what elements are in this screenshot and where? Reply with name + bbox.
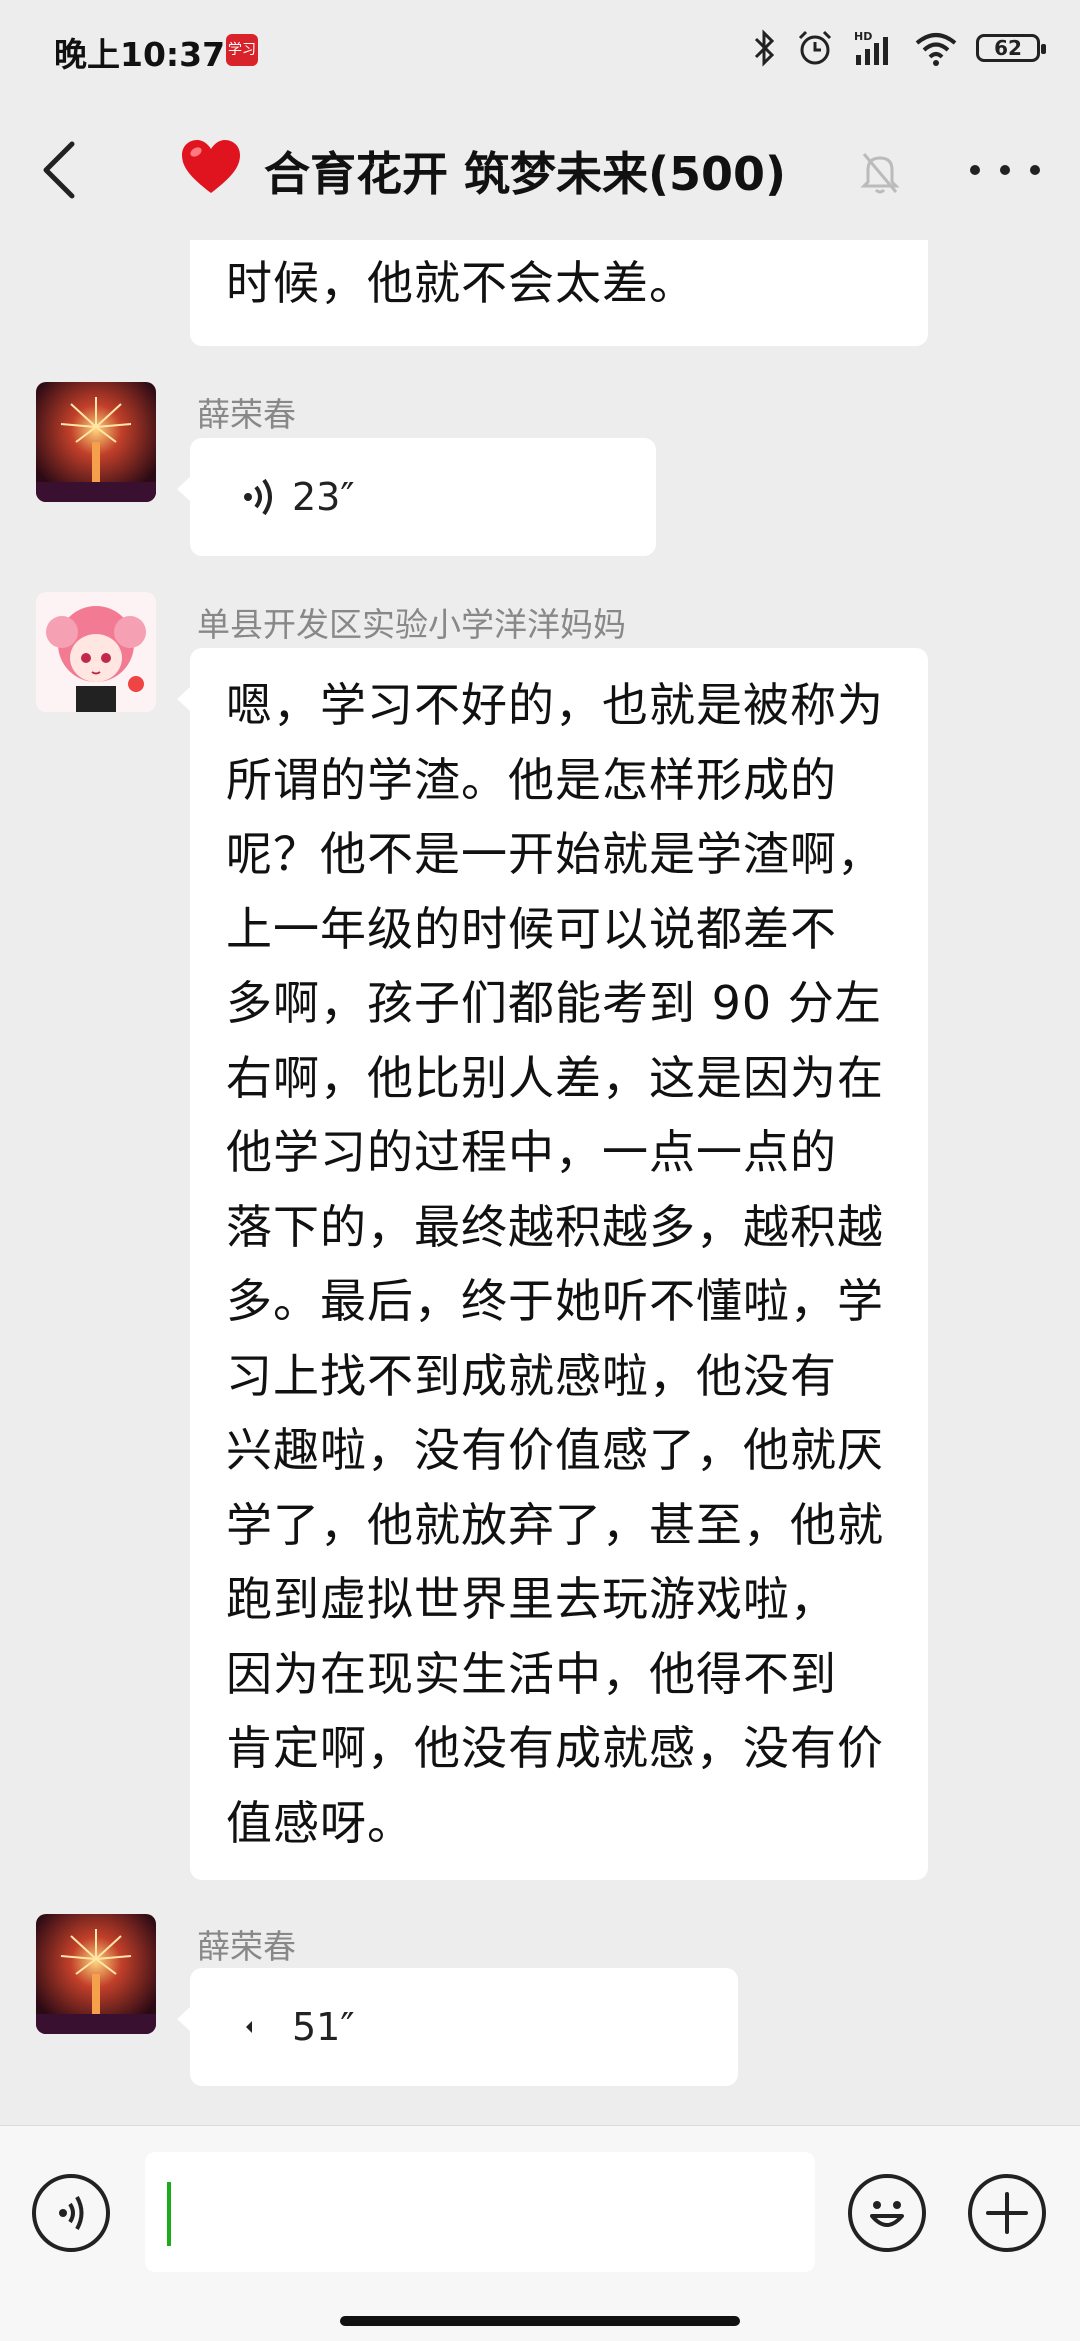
voice-duration: 51″ [292, 2005, 355, 2049]
chat-title-area[interactable]: 合育花开 筑梦未来(500) [180, 136, 786, 206]
voice-message-bubble[interactable]: 51″ [177, 1968, 738, 2086]
status-bar: 晚上10:37 学习 HD 62 [0, 0, 1080, 100]
sender-name: 薛荣春 [197, 395, 296, 434]
emoji-icon [870, 2201, 904, 2227]
wifi-icon [915, 33, 957, 66]
voice-duration: 23″ [292, 475, 355, 519]
voice-wave-icon [244, 478, 272, 516]
text-cursor [167, 2182, 171, 2246]
alarm-icon [798, 30, 832, 65]
home-indicator[interactable] [340, 2316, 740, 2326]
message-list[interactable]: 时候，他就不会太差。 薛荣春 23″ 单县开发区实验小学洋洋妈妈 嗯，学习不好的… [0, 240, 1080, 2125]
message-bubble[interactable]: 嗯，学习不好的，也就是被称为 所谓的学渣。他是怎样形成的 呢？他不是一开始就是学… [177, 648, 928, 1880]
chat-header: 合育花开 筑梦未来(500) [0, 100, 1080, 240]
voice-message-bubble[interactable]: 23″ [177, 438, 656, 556]
voice-input-icon [59, 2196, 84, 2230]
message-text: 时候，他就不会太差。 [226, 256, 696, 310]
sender-name: 单县开发区实验小学洋洋妈妈 [197, 605, 626, 644]
emoji-button[interactable] [848, 2174, 926, 2252]
page-title: 合育花开 筑梦未来(500) [264, 147, 787, 201]
svg-text:HD: HD [854, 30, 872, 43]
heart-icon [180, 139, 242, 203]
message-bubble[interactable]: 时候，他就不会太差。 [190, 240, 928, 346]
bluetooth-icon [754, 29, 775, 67]
avatar[interactable] [36, 592, 156, 712]
mute-bell-icon [860, 153, 900, 194]
status-icons: HD 62 [752, 26, 1046, 70]
app-notification-icon: 学习 [226, 34, 258, 66]
sender-name: 薛荣春 [197, 1927, 296, 1966]
voice-wave-icon [246, 2021, 252, 2033]
battery-icon: 62 [976, 34, 1046, 62]
input-bar [0, 2125, 1080, 2341]
back-arrow-icon[interactable] [36, 138, 86, 202]
message-text: 嗯，学习不好的，也就是被称为 所谓的学渣。他是怎样形成的 呢？他不是一开始就是学… [226, 678, 884, 1850]
plus-icon [986, 2192, 1028, 2234]
status-time: 晚上10:37 [54, 35, 226, 74]
avatar[interactable] [36, 382, 156, 502]
more-icon[interactable] [970, 155, 1040, 185]
avatar[interactable] [36, 1914, 156, 2034]
plus-button[interactable] [968, 2174, 1046, 2252]
voice-input-button[interactable] [32, 2174, 110, 2252]
message-input[interactable] [145, 2152, 815, 2272]
signal-icon: HD [854, 30, 888, 65]
